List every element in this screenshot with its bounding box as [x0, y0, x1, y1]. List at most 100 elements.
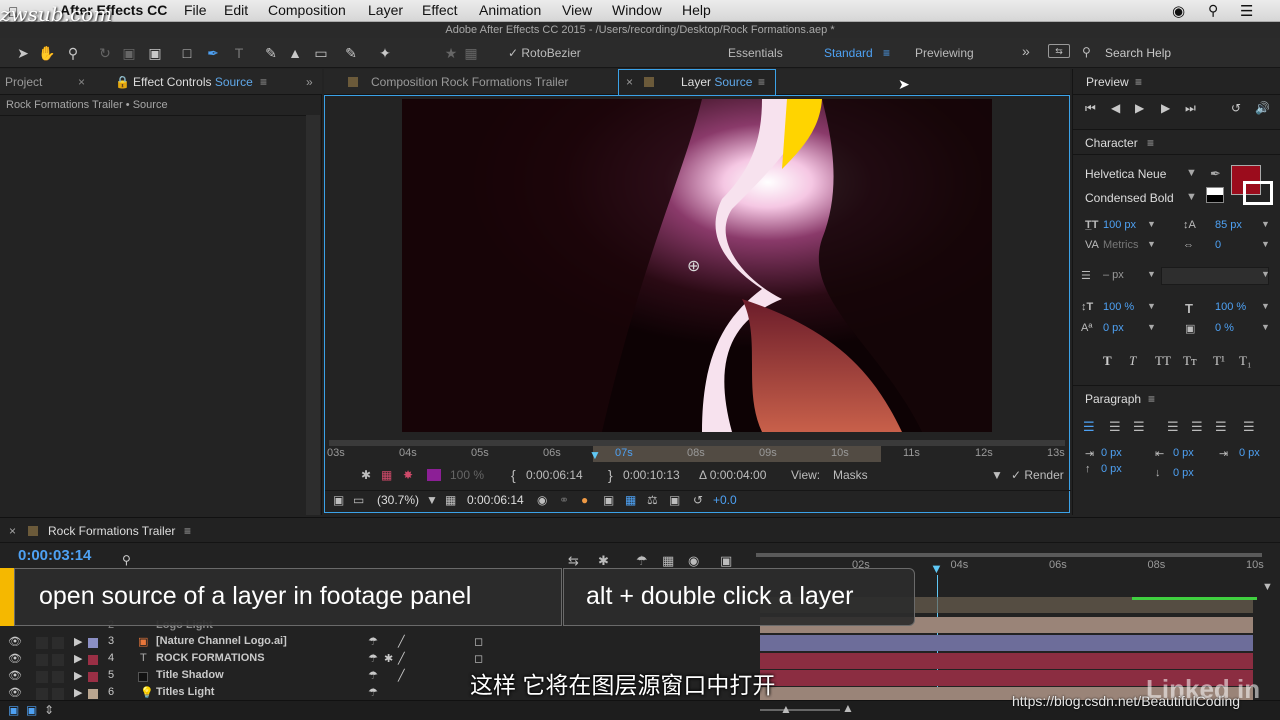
close-layer-tab-icon[interactable]: × [626, 69, 633, 95]
panel-expand-icon[interactable]: » [306, 69, 313, 95]
show-snapshot-icon[interactable]: ⚭ [559, 491, 569, 509]
in-point-time[interactable]: 0:00:06:14 [526, 466, 583, 484]
exposure-value[interactable]: +0.0 [713, 491, 737, 509]
tracking-arrow-icon[interactable]: ▼ [1261, 239, 1270, 249]
align-left-icon[interactable]: ☰ [1083, 419, 1095, 435]
workspace-previewing[interactable]: Previewing [915, 44, 974, 62]
lock-toggle[interactable] [52, 671, 64, 683]
small-caps-button[interactable]: Tт [1183, 353, 1197, 369]
character-menu-icon[interactable]: ≡ [1147, 136, 1154, 150]
timeline-current-time[interactable]: 0:00:03:14 [18, 547, 91, 564]
font-size-arrow-icon[interactable]: ▼ [1147, 219, 1156, 229]
menu-help[interactable]: Help [682, 2, 711, 18]
menu-edit[interactable]: Edit [224, 2, 248, 18]
rotate-tool-icon[interactable]: ↻ [96, 44, 114, 62]
font-style-dropdown[interactable]: Condensed Bold [1085, 191, 1174, 205]
expand-arrow-icon[interactable]: ▶ [74, 635, 82, 648]
stroke-width-value[interactable]: – px [1103, 269, 1124, 281]
region-icon[interactable]: ▣ [603, 491, 614, 509]
baseline-shift-arrow-icon[interactable]: ▼ [1147, 322, 1156, 332]
eyedropper-icon[interactable]: ✒ [1210, 166, 1221, 182]
label-color-swatch[interactable] [88, 655, 98, 665]
opacity-value[interactable]: 100 % [450, 466, 484, 484]
expand-arrow-icon[interactable]: ▶ [74, 652, 82, 665]
solo-toggle[interactable] [36, 654, 48, 666]
space-after-value[interactable]: 0 px [1173, 467, 1194, 479]
collapse-icon[interactable]: ✱ [384, 652, 393, 665]
paragraph-menu-icon[interactable]: ≡ [1148, 392, 1155, 406]
leading-value[interactable]: 85 px [1215, 219, 1242, 231]
close-timeline-icon[interactable]: × [9, 524, 16, 538]
stroke-style-dropdown[interactable] [1161, 267, 1269, 285]
scrollbar[interactable] [306, 115, 320, 515]
flowchart-icon[interactable]: ▣ [669, 491, 680, 509]
visibility-eye-icon[interactable]: 👁 [8, 669, 22, 682]
next-frame-icon[interactable]: ▶ [1161, 101, 1170, 115]
hide-shy-icon[interactable]: ☂ [636, 553, 648, 569]
menu-composition[interactable]: Composition [268, 2, 346, 18]
justify-all-icon[interactable]: ☰ [1243, 419, 1255, 435]
snapshot-icon[interactable]: ▣ [333, 491, 344, 509]
brush-tool-icon[interactable]: ✎ [262, 44, 280, 62]
lock-toggle[interactable] [52, 637, 64, 649]
baseline-shift-value[interactable]: 0 px [1103, 322, 1124, 334]
horizontal-scale-value[interactable]: 100 % [1215, 301, 1246, 313]
quality-icon[interactable]: ╱ [398, 652, 405, 665]
panel-menu-icon[interactable]: ≡ [260, 69, 267, 95]
font-size-value[interactable]: 100 px [1103, 219, 1136, 231]
zoom-in-icon[interactable]: ▲ [842, 701, 854, 715]
shy-icon[interactable]: ☂ [368, 652, 378, 665]
pin-icon[interactable]: ✱ [361, 466, 371, 484]
tab-composition[interactable]: Composition Rock Formations Trailer [371, 69, 568, 95]
channel-rgb-icon[interactable]: ● [581, 491, 588, 509]
in-point-icon[interactable]: { [511, 466, 516, 484]
space-before-value[interactable]: 0 px [1101, 463, 1122, 475]
snapping-icon[interactable]: ▦ [462, 44, 480, 62]
timeline-playhead-icon[interactable]: ▼ [930, 561, 943, 576]
spotlight-icon[interactable]: ⚲ [1208, 2, 1218, 19]
tab-effect-controls[interactable]: Effect Controls Source [133, 69, 253, 95]
viewer-current-time[interactable]: 0:00:06:14 [467, 491, 524, 509]
align-right-icon[interactable]: ☰ [1133, 419, 1145, 435]
workspace-standard[interactable]: Standard [824, 44, 873, 62]
monitor-icon[interactable]: ▭ [353, 491, 364, 509]
stroke-width-arrow-icon[interactable]: ▼ [1147, 269, 1156, 279]
roto-icon-1[interactable]: ▦ [381, 466, 392, 484]
timeline-scroll-icon[interactable]: ▼ [1262, 581, 1273, 593]
camera-snapshot-icon[interactable]: ◉ [537, 491, 547, 509]
continuous-raster-icon[interactable]: ╱ [398, 635, 405, 648]
pen-tool-icon[interactable]: ✒ [204, 44, 222, 62]
notification-list-icon[interactable]: ☰ [1240, 2, 1253, 20]
solo-toggle[interactable] [36, 688, 48, 700]
graph-editor-icon[interactable]: ▣ [720, 553, 732, 569]
leading-arrow-icon[interactable]: ▼ [1261, 219, 1270, 229]
layer-name[interactable]: ROCK FORMATIONS [156, 652, 265, 664]
sync-settings-icon[interactable]: ⇆ [1048, 44, 1070, 58]
font-style-arrow-icon[interactable]: ▼ [1186, 191, 1197, 203]
hand-tool-icon[interactable]: ✋ [38, 44, 56, 62]
toggle-switches-icon[interactable]: ▣ [8, 703, 19, 717]
motion-blur-icon[interactable]: ◉ [688, 553, 699, 569]
matte-color-swatch[interactable] [427, 469, 441, 481]
shy-icon[interactable]: ☂ [368, 686, 378, 699]
clone-stamp-tool-icon[interactable]: ▲ [286, 44, 304, 62]
3d-layer-icon[interactable]: ◻ [474, 635, 483, 648]
zoom-dropdown[interactable]: (30.7%) [377, 491, 419, 509]
first-frame-icon[interactable]: ⏮ [1085, 101, 1096, 116]
timeline-menu-icon[interactable]: ≡ [184, 524, 191, 538]
navigator-bar[interactable] [756, 553, 1262, 557]
close-project-icon[interactable]: × [78, 69, 85, 95]
solo-toggle[interactable] [36, 637, 48, 649]
lock-toggle[interactable] [52, 654, 64, 666]
layer-name[interactable]: Titles Light [156, 686, 214, 698]
workspace-essentials[interactable]: Essentials [728, 44, 783, 62]
font-family-dropdown[interactable]: Helvetica Neue [1085, 167, 1166, 181]
viewer-menu-icon[interactable]: ≡ [758, 69, 765, 95]
selection-tool-icon[interactable]: ➤ [14, 44, 32, 62]
kerning-value[interactable]: Metrics [1103, 239, 1138, 251]
align-center-icon[interactable]: ☰ [1109, 419, 1121, 435]
menu-window[interactable]: Window [612, 2, 662, 18]
kerning-arrow-icon[interactable]: ▼ [1147, 239, 1156, 249]
zoom-tool-icon[interactable]: ⚲ [64, 44, 82, 62]
preview-menu-icon[interactable]: ≡ [1135, 75, 1142, 89]
